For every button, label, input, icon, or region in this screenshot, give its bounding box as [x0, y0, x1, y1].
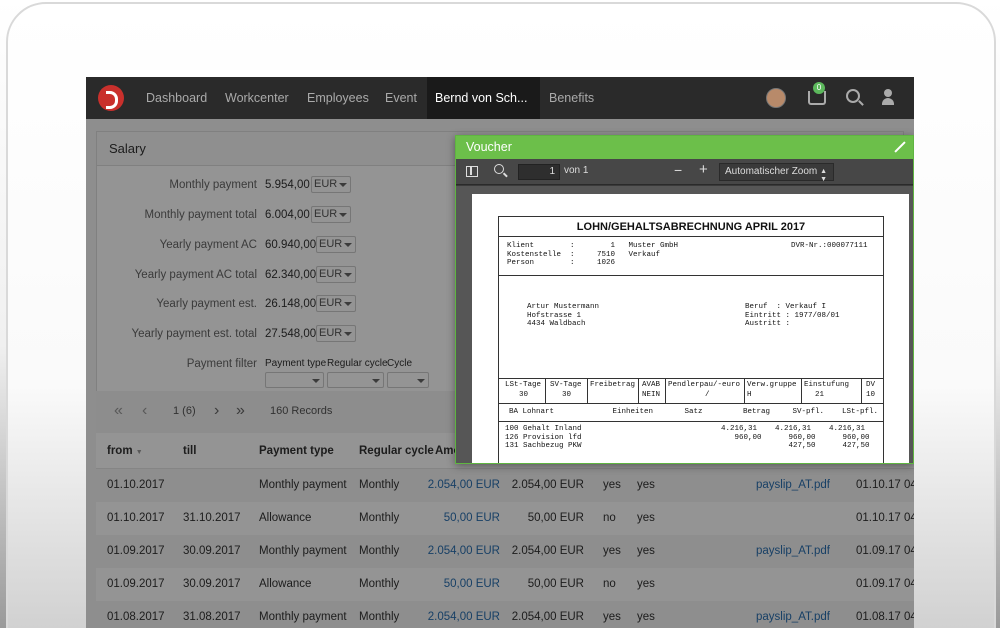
search-icon[interactable]	[494, 164, 504, 174]
divider	[499, 403, 883, 404]
payslip-dvr: DVR-Nr.:000077111	[791, 242, 868, 250]
page-count: von 1	[564, 165, 589, 176]
caret-updown-icon: ▲ ▼	[820, 168, 827, 183]
avatar[interactable]	[766, 88, 786, 108]
divider	[801, 378, 802, 403]
payslip-address: Artur Mustermann Hofstrasse 1 4434 Waldb…	[527, 303, 600, 328]
wage-lines-header: BA Lohnart Einheiten Satz Betrag SV-pfl.…	[509, 408, 879, 416]
divider	[545, 378, 546, 403]
payslip: LOHN/GEHALTSABRECHNUNG APRIL 2017 Klient…	[498, 216, 884, 463]
tax-col-value: NEIN	[642, 391, 661, 399]
voucher-modal: Voucher 1 von 1 − + Automatischer Zoom ▲ ▼…	[455, 135, 914, 464]
nav-workcenter[interactable]: Workcenter	[225, 77, 289, 119]
zoom-select[interactable]: Automatischer Zoom ▲ ▼	[719, 163, 834, 183]
expand-icon[interactable]	[893, 141, 905, 153]
divider	[861, 378, 862, 403]
tax-col-header: DV	[866, 381, 876, 389]
tax-col-value: 30	[519, 391, 529, 399]
pdf-viewer[interactable]: LOHN/GEHALTSABRECHNUNG APRIL 2017 Klient…	[456, 186, 913, 463]
tax-col-header: SV-Tage	[550, 381, 582, 389]
nav-employee-dropdown[interactable]: Bernd von Sch... ▼	[427, 77, 540, 146]
payslip-client-info: Klient : 1 Muster GmbH Kostenstelle : 75…	[507, 242, 679, 267]
tax-col-header: Einstufung	[804, 381, 850, 389]
divider	[499, 378, 883, 379]
nav-employee-label: Bernd von Sch...	[435, 91, 528, 105]
basket-badge: 0	[813, 82, 825, 94]
payslip-job-info: Beruf : Verkauf I Eintritt : 1977/08/01 …	[745, 303, 840, 328]
nav-event[interactable]: Event	[385, 77, 417, 119]
zoom-in-button[interactable]: +	[699, 162, 708, 177]
voucher-header: Voucher	[456, 136, 913, 159]
divider	[499, 421, 883, 422]
tax-col-value: 21	[815, 391, 825, 399]
voucher-title: Voucher	[466, 140, 512, 154]
search-icon[interactable]	[846, 89, 860, 103]
pdf-toolbar: 1 von 1 − + Automatischer Zoom ▲ ▼	[456, 159, 913, 185]
zoom-out-button[interactable]: −	[674, 163, 682, 177]
divider	[744, 378, 745, 403]
nav-dashboard[interactable]: Dashboard	[146, 77, 207, 119]
page-number-input[interactable]: 1	[518, 164, 560, 180]
tax-col-header: AVAB	[642, 381, 661, 389]
divider	[499, 275, 883, 276]
pdf-page: LOHN/GEHALTSABRECHNUNG APRIL 2017 Klient…	[472, 194, 909, 463]
user-icon[interactable]	[882, 89, 894, 107]
app-screen: Dashboard Workcenter Employees Event Ber…	[86, 77, 914, 628]
tax-col-value: /	[705, 391, 710, 399]
tax-col-header: Freibetrag	[590, 381, 636, 389]
nav-benefits[interactable]: Benefits	[549, 77, 594, 119]
payslip-title: LOHN/GEHALTSABRECHNUNG APRIL 2017	[499, 217, 883, 237]
top-navigation: Dashboard Workcenter Employees Event Ber…	[86, 77, 914, 146]
tax-col-header: Verw.gruppe	[747, 381, 797, 389]
tax-col-header: Pendlerpau/-euro	[668, 381, 741, 389]
nav-employees[interactable]: Employees	[307, 77, 369, 119]
app-logo-icon[interactable]	[98, 85, 124, 111]
divider	[665, 378, 666, 403]
divider	[638, 378, 639, 403]
tax-col-value: 30	[562, 391, 572, 399]
tax-col-value: 10	[866, 391, 876, 399]
tax-col-header: LSt-Tage	[505, 381, 542, 389]
tax-col-value: H	[747, 391, 752, 399]
divider	[587, 378, 588, 403]
wage-lines: 100 Gehalt Inland 4.216,31 4.216,31 4.21…	[505, 425, 870, 450]
sidebar-toggle-icon[interactable]	[466, 166, 478, 177]
